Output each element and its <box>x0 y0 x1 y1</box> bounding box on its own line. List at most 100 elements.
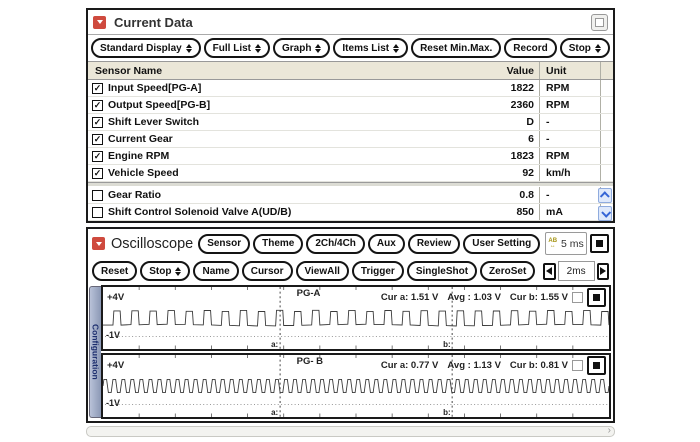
sensor-row-list: ✓Input Speed[PG-A]1822RPM✓Output Speed[P… <box>88 80 613 182</box>
scroll-up-button[interactable] <box>598 188 612 203</box>
spinner-icon <box>595 44 601 53</box>
osc-button-review[interactable]: Review <box>408 234 460 254</box>
button-label: Sensor <box>207 238 241 249</box>
channel-header: +4VPG-ACur a: 1.51 VAvg : 1.03 VCur b: 1… <box>107 288 606 307</box>
osc-button-zeroset[interactable]: ZeroSet <box>480 261 535 281</box>
sensor-value: 0.8 <box>454 189 539 201</box>
row-checkbox[interactable]: ✓ <box>92 134 103 145</box>
scroll-down-button[interactable] <box>598 206 612 221</box>
button-label: Trigger <box>361 266 395 277</box>
table-column-header: Sensor Name Value Unit <box>88 61 613 80</box>
chevron-down-icon <box>601 208 611 218</box>
row-end-spacer <box>600 97 613 113</box>
cursor-b-label: b: <box>443 340 451 349</box>
timebase-decrease-button[interactable] <box>543 263 555 280</box>
toolbar-button-stop[interactable]: Stop <box>560 38 610 58</box>
spinner-icon <box>315 44 321 53</box>
oscilloscope-channel-PG-A: a:b:+4VPG-ACur a: 1.51 VAvg : 1.03 VCur … <box>101 285 611 351</box>
spinner-down-icon <box>393 49 399 53</box>
timebase-increase-button[interactable] <box>597 263 609 280</box>
oscilloscope-channel-PG-B: a:b:+4VPG- BCur a: 0.77 VAvg : 1.13 VCur… <box>101 353 611 419</box>
spinner-icon <box>175 267 181 276</box>
osc-button-cursor[interactable]: Cursor <box>242 261 293 281</box>
button-label: Name <box>202 266 229 277</box>
black-square-icon <box>593 362 600 369</box>
row-checkbox[interactable]: ✓ <box>92 100 103 111</box>
row-checkbox[interactable]: ✓ <box>92 168 103 179</box>
osc-button-name[interactable]: Name <box>193 261 238 281</box>
current-data-titlebar: Current Data <box>88 10 613 35</box>
row-checkbox[interactable] <box>92 207 103 218</box>
osc-button-stop[interactable]: Stop <box>140 261 190 281</box>
column-sensor-name: Sensor Name <box>88 65 454 77</box>
osc-button-trigger[interactable]: Trigger <box>352 261 404 281</box>
table-row[interactable]: ✓Input Speed[PG-A]1822RPM <box>88 80 613 97</box>
osc-button-2ch-4ch[interactable]: 2Ch/4Ch <box>306 234 365 254</box>
oscilloscope-charts-area: a:b:+4VPG-ACur a: 1.51 VAvg : 1.03 VCur … <box>101 285 611 419</box>
channel-checkbox[interactable] <box>572 360 583 371</box>
osc-button-reset[interactable]: Reset <box>92 261 137 281</box>
table-row[interactable]: ✓Vehicle Speed92km/h <box>88 165 613 182</box>
sensor-name: Input Speed[PG-A] <box>108 82 454 94</box>
average-value: Avg : 1.13 V <box>447 360 501 371</box>
sensor-name: Shift Lever Switch <box>108 116 454 128</box>
osc-button-theme[interactable]: Theme <box>253 234 303 254</box>
row-end-spacer <box>600 131 613 147</box>
button-label: ZeroSet <box>489 266 526 277</box>
diagnostic-tool-window: Current Data Standard Display Full List Gr… <box>86 8 615 442</box>
button-label: Full List <box>213 43 251 54</box>
black-square-icon <box>596 240 603 247</box>
osc-button-singleshot[interactable]: SingleShot <box>407 261 477 281</box>
spinner-down-icon <box>186 49 192 53</box>
toolbar-button-items-list[interactable]: Items List <box>333 38 408 58</box>
row-checkbox[interactable]: ✓ <box>92 151 103 162</box>
button-label: Reset <box>101 266 128 277</box>
sensor-name: Output Speed[PG-B] <box>108 99 454 111</box>
sensor-value: 6 <box>454 133 539 145</box>
osc-button-viewall[interactable]: ViewAll <box>296 261 349 281</box>
toolbar-button-standard-display[interactable]: Standard Display <box>91 38 201 58</box>
toolbar-button-graph[interactable]: Graph <box>273 38 330 58</box>
sensor-unit: RPM <box>539 148 600 164</box>
scroll-right-arrow-icon: › <box>608 425 611 436</box>
toolbar-button-reset-min-max-[interactable]: Reset Min.Max. <box>411 38 501 58</box>
restore-window-button[interactable] <box>591 14 608 31</box>
table-row[interactable]: Shift Control Solenoid Valve A(UD/B)850m… <box>88 204 613 221</box>
panel-dropdown-icon[interactable] <box>93 16 106 29</box>
horizontal-scrollbar[interactable]: › <box>86 426 615 437</box>
sensor-unit: RPM <box>539 80 600 96</box>
row-checkbox[interactable]: ✓ <box>92 117 103 128</box>
row-checkbox[interactable] <box>92 190 103 201</box>
channel-record-button[interactable] <box>587 356 606 375</box>
row-end-spacer <box>600 148 613 164</box>
sensor-unit: RPM <box>539 97 600 113</box>
sensor-name: Engine RPM <box>108 150 454 162</box>
toolbar-button-record[interactable]: Record <box>504 38 556 58</box>
spinner-down-icon <box>315 49 321 53</box>
button-label: Cursor <box>251 266 284 277</box>
cursor-b-label: b: <box>443 408 451 417</box>
configuration-side-tab[interactable]: Configuration <box>89 286 101 418</box>
button-label: Reset Min.Max. <box>420 43 492 54</box>
table-row[interactable]: ✓Current Gear6- <box>88 131 613 148</box>
cursor-time-display: AB ↔ 5 ms <box>545 232 587 255</box>
osc-button-aux[interactable]: Aux <box>368 234 405 254</box>
osc-button-sensor[interactable]: Sensor <box>198 234 250 254</box>
button-label: Record <box>513 43 547 54</box>
row-checkbox[interactable]: ✓ <box>92 83 103 94</box>
osc-button-user-setting[interactable]: User Setting <box>463 234 540 254</box>
record-stop-button[interactable] <box>590 234 609 253</box>
channel-record-button[interactable] <box>587 288 606 307</box>
channel-checkbox[interactable] <box>572 292 583 303</box>
table-row[interactable]: ✓Engine RPM1823RPM <box>88 148 613 165</box>
toolbar-button-full-list[interactable]: Full List <box>204 38 270 58</box>
channel-name: PG-A <box>297 288 321 299</box>
table-row[interactable]: Gear Ratio0.8- <box>88 187 613 204</box>
panel-title: Current Data <box>114 15 583 30</box>
row-end-spacer <box>600 80 613 96</box>
panel-dropdown-icon[interactable] <box>92 237 105 250</box>
table-row[interactable]: ✓Output Speed[PG-B]2360RPM <box>88 97 613 114</box>
table-row[interactable]: ✓Shift Lever SwitchD- <box>88 114 613 131</box>
button-label: Review <box>417 238 451 249</box>
y-bottom-label: -1V <box>106 398 120 408</box>
